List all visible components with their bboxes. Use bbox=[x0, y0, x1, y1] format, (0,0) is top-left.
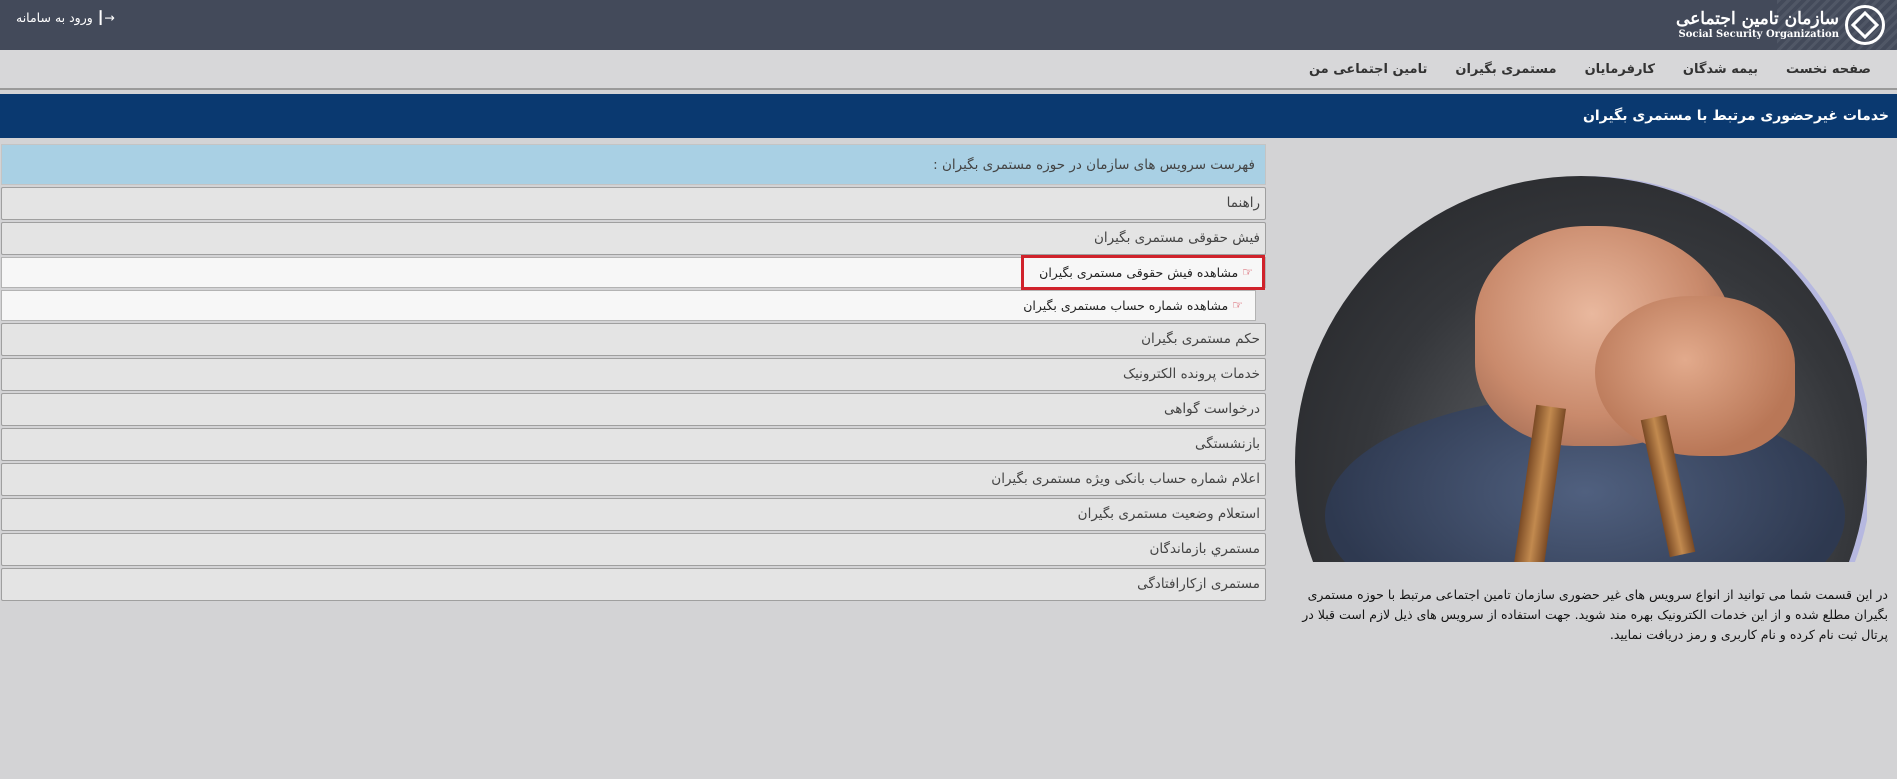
accordion-item-certificate-request[interactable]: درخواست گواهی bbox=[1, 393, 1266, 426]
nav-item-employers[interactable]: کارفرمایان bbox=[1571, 62, 1669, 77]
services-description: در این قسمت شما می توانید از انواع سرویس… bbox=[1302, 587, 1888, 642]
top-header-bar: سازمان تامین اجتماعی Social Security Org… bbox=[0, 0, 1897, 50]
login-label: ورود به سامانه bbox=[16, 10, 93, 25]
sub-item-view-account-number[interactable]: ☞ مشاهده شماره حساب مستمری بگیران bbox=[1, 290, 1256, 321]
services-accordion: فهرست سرویس های سازمان در حوزه مستمری بگ… bbox=[1, 144, 1266, 601]
sub-item-view-payslip[interactable]: ☞ مشاهده فیش حقوقی مستمری بگیران bbox=[1, 257, 1266, 288]
accordion-item-survivors-pension[interactable]: مستمري بازماندگان bbox=[1, 533, 1266, 566]
pointing-hand-icon: ☞ bbox=[1232, 298, 1243, 312]
accordion-item-pension-decree[interactable]: حکم مستمری بگیران bbox=[1, 323, 1266, 356]
accordion-item-bank-account[interactable]: اعلام شماره حساب بانکی ویژه مستمری بگیرا… bbox=[1, 463, 1266, 496]
accordion-item-status-inquiry[interactable]: استعلام وضعیت مستمری بگیران bbox=[1, 498, 1266, 531]
login-icon: →┃ bbox=[96, 10, 115, 25]
accordion-item-payslip[interactable]: فیش حقوقی مستمری بگیران bbox=[1, 222, 1266, 255]
nav-item-home[interactable]: صفحه نخست bbox=[1772, 62, 1885, 77]
ssa-emblem-icon bbox=[1845, 5, 1885, 45]
nav-item-pensioners[interactable]: مستمری بگیران bbox=[1441, 62, 1570, 77]
nav-item-my-ssa[interactable]: تامین اجتماعی من bbox=[1295, 62, 1441, 77]
accordion-item-guide[interactable]: راهنما bbox=[1, 187, 1266, 220]
site-logo[interactable]: سازمان تامین اجتماعی Social Security Org… bbox=[1676, 4, 1885, 46]
services-list-header: فهرست سرویس های سازمان در حوزه مستمری بگ… bbox=[1, 144, 1266, 185]
sub-item-label: مشاهده فیش حقوقی مستمری بگیران bbox=[1039, 265, 1239, 280]
login-link[interactable]: →┃ ورود به سامانه bbox=[16, 10, 115, 25]
accordion-item-disability-pension[interactable]: مستمری ازکارافتادگی bbox=[1, 568, 1266, 601]
page-title: خدمات غیرحضوری مرتبط با مستمری بگیران bbox=[0, 94, 1897, 138]
logo-title-fa: سازمان تامین اجتماعی bbox=[1675, 9, 1839, 29]
nav-item-insured[interactable]: بیمه شدگان bbox=[1669, 62, 1772, 77]
sub-item-label: مشاهده شماره حساب مستمری بگیران bbox=[1023, 298, 1229, 313]
main-nav: صفحه نخست بیمه شدگان کارفرمایان مستمری ب… bbox=[0, 50, 1897, 90]
logo-title-en: Social Security Organization bbox=[1678, 29, 1840, 40]
accordion-item-retirement[interactable]: بازنشستگی bbox=[1, 428, 1266, 461]
accordion-item-electronic-file[interactable]: خدمات پرونده الکترونیک bbox=[1, 358, 1266, 391]
pensioner-photo bbox=[1295, 176, 1867, 562]
pointing-hand-icon: ☞ bbox=[1242, 265, 1253, 279]
